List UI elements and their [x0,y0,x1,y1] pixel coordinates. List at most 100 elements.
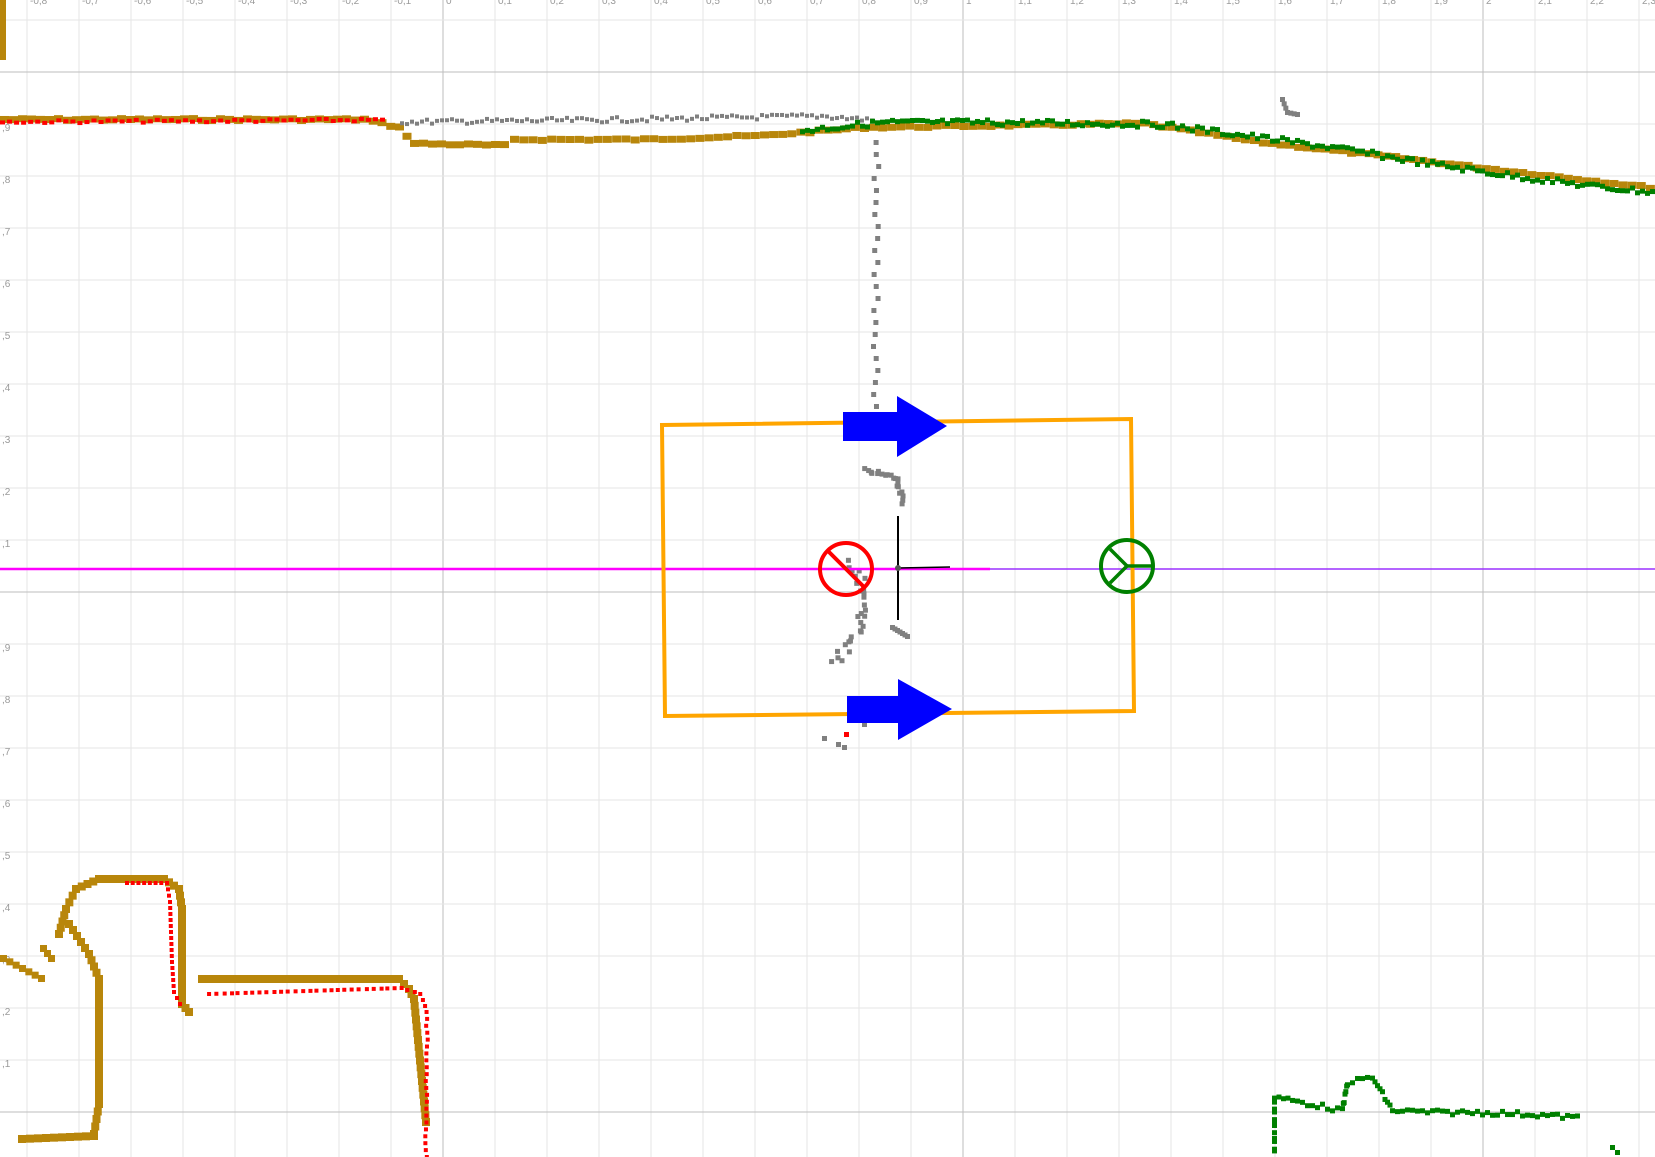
green-point [1500,1108,1505,1114]
red-point [420,998,425,1002]
green-point [1270,138,1275,144]
ochre-point [82,1132,90,1141]
ochre-point [565,135,575,143]
ochre-point [95,995,103,1004]
ochre-point [95,1030,103,1039]
green-point [1535,1114,1540,1120]
gray-point [871,272,877,277]
green-point [1430,158,1435,164]
lidar-map-viewport[interactable]: -0,8 -0,7 -0,6 -0,5 -0,4 -0,3 -0,2 -0,1 0 0,1 0,2 0… [0,0,1655,1157]
ochre-point [437,140,446,148]
ochre-point [95,1037,103,1046]
ochre-point [95,1023,103,1032]
gray-point [835,116,839,121]
green-point [875,120,880,126]
green-point [1335,1105,1340,1111]
gray-point [420,119,424,124]
green-point [1425,162,1430,168]
ochre-point [723,133,733,141]
y-tick-label: ,2 [2,487,11,498]
green-point [1510,1112,1515,1118]
red-point [323,116,329,121]
gray-point [871,176,877,181]
green-point [860,123,865,129]
ochre-point [923,123,933,131]
red-point [239,118,245,123]
red-point [222,991,227,996]
green-point [1135,124,1140,130]
ochre-point [593,135,603,143]
ochre-point [74,1132,82,1141]
green-point [1505,1112,1510,1118]
gray-point [490,118,494,123]
lidar-plot[interactable]: -0,8 -0,7 -0,6 -0,5 -0,4 -0,3 -0,2 -0,1 0 0,1 0,2 0… [0,0,1655,1157]
red-point [214,991,219,996]
green-point [1585,181,1590,187]
ochre-point [38,975,45,982]
green-point [1525,176,1530,182]
ochre-point [612,135,622,143]
green-point [1415,162,1420,168]
gray-point [842,745,847,750]
green-point [1300,139,1305,145]
red-point [207,992,212,996]
green-point [1515,1109,1520,1115]
ochre-point [95,1058,103,1067]
ochre-point [95,981,103,990]
red-point [70,119,76,124]
red-point [424,1023,429,1028]
ochre-point [226,975,235,983]
gray-point [873,188,879,193]
red-point [425,1016,430,1021]
green-point [1276,1094,1282,1100]
green-point [955,117,960,123]
gray-point [690,116,694,121]
red-point [424,1072,429,1077]
ochre-point [417,1070,426,1079]
green-point [1295,137,1300,143]
green-point [1455,1109,1460,1115]
gray-point [1281,101,1287,107]
green-point [1015,120,1020,126]
green-point [1420,1108,1425,1114]
green-point [1272,1121,1277,1127]
ochre-point [491,140,500,148]
green-point [1160,124,1165,130]
gray-point [875,260,881,265]
red-point [293,989,298,994]
circle-y-icon[interactable] [1099,538,1155,594]
gray-point [600,120,604,125]
red-point [218,118,224,123]
gray-point [836,742,841,747]
green-point [1272,1106,1277,1112]
green-point [855,119,860,125]
green-point [1110,122,1115,128]
green-point [1340,144,1345,150]
red-point [385,986,390,991]
x-tick-label: 0,1 [498,0,512,7]
green-point [1380,156,1385,162]
ochre-point [95,1009,103,1018]
gray-point [861,594,867,600]
gray-point [865,116,869,121]
green-point [1245,134,1250,140]
red-point [392,986,397,991]
green-point [1100,122,1105,128]
green-point [1650,189,1655,195]
x-tick-label: -0,5 [186,0,204,7]
gray-point [790,112,794,117]
ochre-point [1294,143,1304,151]
red-point [167,893,171,898]
green-point [1205,129,1210,135]
red-point [147,119,153,124]
red-point [133,117,139,122]
red-point [405,988,410,992]
ochre-point [519,136,529,144]
gray-point [725,114,729,119]
ochre-point [31,971,39,979]
green-point [1450,1112,1455,1118]
x-tick-label: -0,2 [342,0,360,7]
red-point [302,118,308,123]
gray-point [405,122,409,127]
ochre-point [778,130,788,138]
